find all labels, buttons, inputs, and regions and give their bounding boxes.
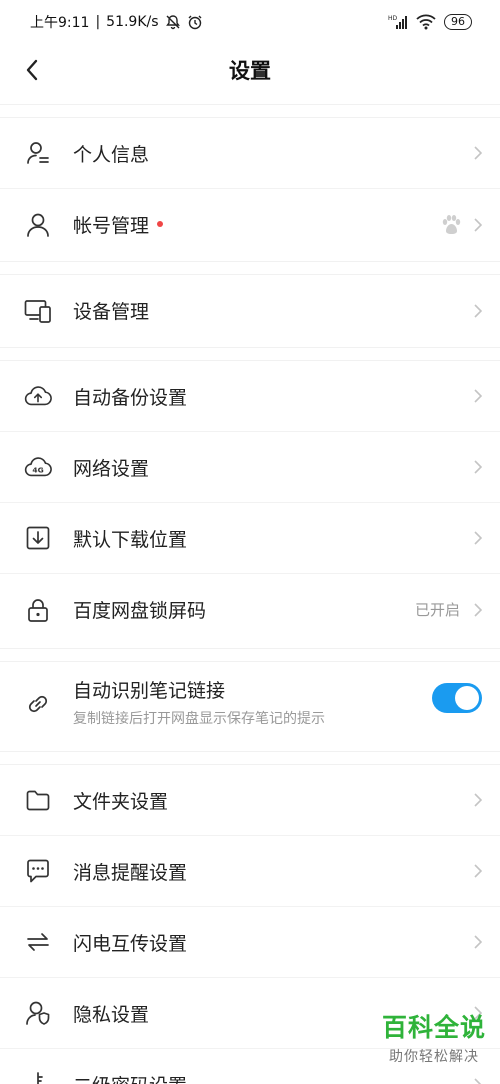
row-label: 闪电互传设置 [73,932,188,955]
folder-icon [24,786,52,814]
chevron-right-icon [472,528,484,548]
lock-status-text: 已开启 [414,601,460,619]
message-icon [24,857,52,885]
row-subtitle: 复制链接后打开网盘显示保存笔记的提示 [73,711,325,727]
nav-bar: 设置 [0,44,500,96]
settings-group-notes: 自动识别笔记链接 复制链接后打开网盘显示保存笔记的提示 [0,648,500,748]
chevron-right-icon [472,600,484,620]
mute-icon [165,14,181,30]
back-button[interactable] [18,56,46,84]
cloud-upload-icon [24,382,52,410]
settings-row-personal-info[interactable]: 个人信息 [0,118,500,189]
link-icon [24,690,52,718]
settings-group-profile: 个人信息 帐号管理 [0,104,500,260]
group-divider [0,648,500,662]
toggle-knob [455,686,479,710]
privacy-icon [24,999,52,1027]
chevron-right-icon [472,457,484,477]
status-speed: 51.9K/s [106,14,159,30]
settings-row-network[interactable]: 4G 网络设置 [0,432,500,503]
row-label: 二级密码设置 [73,1071,187,1084]
watermark: 百科全说 助你轻松解决 [382,1008,486,1066]
download-icon [24,524,52,552]
group-divider [0,751,500,765]
row-label: 自动识别笔记链接 [73,680,226,702]
row-label: 默认下载位置 [73,528,188,551]
row-label: 百度网盘锁屏码 [73,600,207,622]
svg-text:HD: HD [388,15,398,22]
settings-row-account[interactable]: 帐号管理 [0,189,500,260]
status-left: 上午9:11 | 51.9K/s [30,12,203,32]
row-label: 自动备份设置 [73,386,188,409]
chevron-right-icon [472,932,484,952]
lock-icon [24,596,52,624]
group-divider [0,347,500,361]
status-separator: | [95,14,101,30]
devices-icon [24,297,52,325]
transfer-icon [24,928,52,956]
user-info-icon [24,139,52,167]
user-icon [24,211,52,239]
row-label: 文件夹设置 [73,790,169,813]
settings-group-storage: 自动备份设置 4G 网络设置 默认下载位置 百度网盘锁屏码 已开启 [0,347,500,645]
note-link-toggle[interactable] [432,683,482,713]
cloud-4g-icon: 4G [24,453,52,481]
row-label: 设备管理 [73,301,150,323]
baidu-paw-icon [440,214,462,236]
back-arrow-icon [26,59,38,81]
chevron-right-icon [472,301,484,321]
settings-row-flash-transfer[interactable]: 闪电互传设置 [0,907,500,978]
wifi-icon [416,14,436,30]
settings-row-message-notify[interactable]: 消息提醒设置 [0,836,500,907]
row-label: 帐号管理 [73,215,150,237]
settings-row-lock-screen-code[interactable]: 百度网盘锁屏码 已开启 [0,574,500,645]
chevron-right-icon [472,143,484,163]
settings-group-devices: 设备管理 [0,261,500,346]
group-divider [0,104,500,118]
chevron-right-icon [472,215,484,235]
watermark-subtitle: 助你轻松解决 [388,1049,479,1065]
chevron-right-icon [472,386,484,406]
svg-text:4G: 4G [32,466,43,475]
row-label: 隐私设置 [73,1003,150,1026]
alarm-icon [187,14,203,30]
group-divider [0,261,500,275]
settings-row-folder[interactable]: 文件夹设置 [0,765,500,836]
settings-row-download-location[interactable]: 默认下载位置 [0,503,500,574]
row-label-with-badge: 帐号管理 [73,211,164,238]
page-title: 设置 [229,59,271,83]
status-time: 上午9:11 [30,15,90,31]
row-label: 消息提醒设置 [73,861,188,884]
chevron-right-icon [472,1075,484,1084]
key-icon [24,1071,52,1084]
battery-indicator: 96 [444,14,472,30]
chevron-right-icon [472,861,484,881]
settings-row-device-management[interactable]: 设备管理 [0,275,500,346]
row-label: 网络设置 [73,457,150,480]
chevron-right-icon [472,790,484,810]
row-label: 个人信息 [73,143,150,166]
status-bar: 上午9:11 | 51.9K/s HD 96 [0,0,500,44]
signal-icon: HD [388,14,408,30]
settings-row-note-link-detection: 自动识别笔记链接 复制链接后打开网盘显示保存笔记的提示 [0,662,500,748]
notification-dot [157,220,164,227]
watermark-title: 百科全说 [381,1013,486,1042]
settings-row-auto-backup[interactable]: 自动备份设置 [0,361,500,432]
status-right: HD 96 [388,14,472,30]
